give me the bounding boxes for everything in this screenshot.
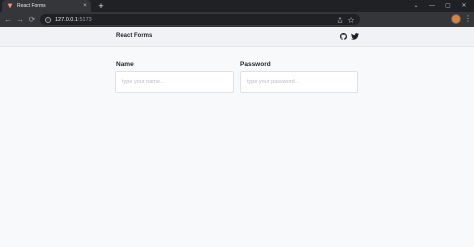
github-icon[interactable] bbox=[340, 33, 347, 40]
password-label: Password bbox=[240, 61, 271, 68]
minimize-button[interactable]: — bbox=[426, 1, 438, 11]
maximize-button[interactable]: ▢ bbox=[442, 1, 454, 11]
profile-avatar[interactable] bbox=[451, 14, 461, 24]
back-button[interactable]: ← bbox=[2, 12, 14, 27]
bookmark-star-icon[interactable] bbox=[348, 16, 354, 23]
forward-button[interactable]: → bbox=[14, 12, 26, 27]
name-label: Name bbox=[116, 61, 134, 68]
tab-strip: React Forms × + ⌄ — ▢ ✕ bbox=[0, 0, 474, 12]
password-input[interactable] bbox=[240, 71, 358, 93]
browser-menu-icon[interactable]: ⋮ bbox=[464, 13, 472, 25]
browser-toolbar: ← → ⟳ i 127.0.0.1 :5173 bbox=[0, 12, 474, 35]
tab-react-forms[interactable]: React Forms × bbox=[2, 0, 91, 12]
name-input[interactable] bbox=[115, 71, 234, 93]
site-navbar: React Forms bbox=[0, 27, 474, 47]
brand-title: React Forms bbox=[116, 33, 153, 39]
address-bar[interactable]: i 127.0.0.1 :5173 bbox=[40, 14, 360, 25]
address-host: 127.0.0.1 bbox=[55, 16, 78, 23]
share-icon[interactable] bbox=[337, 16, 343, 23]
page-body: React Forms Name Password bbox=[0, 27, 474, 247]
address-port: :5173 bbox=[77, 16, 92, 23]
reload-button[interactable]: ⟳ bbox=[26, 12, 38, 27]
twitter-icon[interactable] bbox=[351, 33, 359, 40]
tab-search-icon[interactable]: ⌄ bbox=[410, 1, 422, 11]
react-favicon-icon bbox=[7, 3, 13, 9]
new-tab-button[interactable]: + bbox=[96, 1, 106, 11]
tab-title: React Forms bbox=[17, 3, 46, 9]
site-info-icon[interactable]: i bbox=[45, 16, 51, 23]
close-window-button[interactable]: ✕ bbox=[458, 1, 470, 11]
tab-close-icon[interactable]: × bbox=[81, 3, 89, 9]
